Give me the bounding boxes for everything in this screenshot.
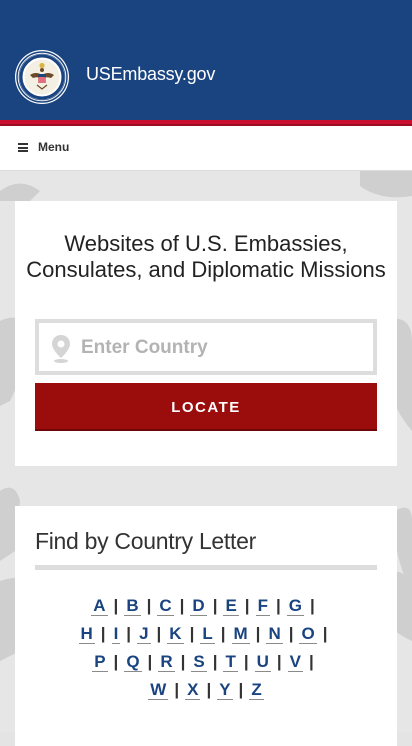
letter-separator: | bbox=[126, 624, 132, 643]
letter-separator: | bbox=[212, 652, 218, 671]
letter-separator: | bbox=[147, 652, 153, 671]
letter-link-y[interactable]: Y bbox=[217, 680, 233, 700]
letter-link-t[interactable]: T bbox=[223, 652, 238, 672]
country-letter-card: Find by Country Letter A | B | C | D | E | F | G | H | I… bbox=[15, 506, 397, 746]
menu-bar[interactable]: Menu bbox=[0, 126, 412, 171]
location-pin-icon bbox=[51, 334, 71, 364]
letter-separator: | bbox=[288, 624, 294, 643]
letter-separator: | bbox=[189, 624, 195, 643]
letter-link-l[interactable]: L bbox=[200, 624, 215, 644]
letter-separator: | bbox=[180, 652, 186, 671]
letter-link-p[interactable]: P bbox=[92, 652, 108, 672]
letter-separator: | bbox=[238, 680, 244, 699]
letter-link-z[interactable]: Z bbox=[249, 680, 264, 700]
letter-separator: | bbox=[179, 596, 185, 615]
letter-row: A | B | C | D | E | F | G | bbox=[35, 592, 377, 620]
letter-link-v[interactable]: V bbox=[287, 652, 304, 672]
letter-link-b[interactable]: B bbox=[124, 596, 141, 616]
letter-separator: | bbox=[255, 624, 261, 643]
letter-separator: | bbox=[220, 624, 226, 643]
letter-separator: | bbox=[146, 596, 152, 615]
letter-separator: | bbox=[275, 596, 281, 615]
letter-row: H | I | J | K | L | M | N | O | bbox=[35, 620, 377, 648]
site-title[interactable]: USEmbassy.gov bbox=[86, 64, 215, 85]
letter-link-i[interactable]: I bbox=[111, 624, 121, 644]
letter-separator: | bbox=[100, 624, 106, 643]
menu-label[interactable]: Menu bbox=[38, 140, 69, 154]
letter-separator: | bbox=[276, 652, 282, 671]
letter-link-x[interactable]: X bbox=[185, 680, 201, 700]
letter-separator: | bbox=[243, 652, 249, 671]
letter-row: W | X | Y | Z bbox=[35, 676, 377, 704]
hamburger-icon[interactable] bbox=[18, 143, 28, 152]
site-header: USEmbassy.gov bbox=[0, 0, 412, 120]
letter-link-s[interactable]: S bbox=[191, 652, 207, 672]
letter-link-h[interactable]: H bbox=[78, 624, 95, 644]
department-of-state-seal-icon[interactable] bbox=[15, 50, 69, 104]
letter-link-n[interactable]: N bbox=[266, 624, 283, 644]
letter-separator: | bbox=[113, 596, 119, 615]
letter-link-m[interactable]: M bbox=[231, 624, 250, 644]
letter-link-d[interactable]: D bbox=[190, 596, 207, 616]
letters-card-title: Find by Country Letter bbox=[35, 528, 256, 554]
letter-separator: | bbox=[309, 652, 314, 671]
letter-link-j[interactable]: J bbox=[137, 624, 151, 644]
letter-separator: | bbox=[244, 596, 250, 615]
letter-index: A | B | C | D | E | F | G | H | I | J | K | L | M | N | O | P | Q | R | S | T |… bbox=[35, 592, 377, 704]
letter-link-e[interactable]: E bbox=[223, 596, 239, 616]
letter-separator: | bbox=[174, 680, 180, 699]
letter-separator: | bbox=[212, 596, 218, 615]
letter-separator: | bbox=[206, 680, 212, 699]
letter-separator: | bbox=[309, 596, 315, 615]
letter-link-u[interactable]: U bbox=[254, 652, 271, 672]
letter-separator: | bbox=[113, 652, 119, 671]
letter-link-f[interactable]: F bbox=[255, 596, 270, 616]
country-search-box bbox=[35, 319, 377, 375]
country-search-inner[interactable] bbox=[39, 323, 373, 373]
letter-link-w[interactable]: W bbox=[148, 680, 169, 700]
letter-link-a[interactable]: A bbox=[91, 596, 108, 616]
embassy-search-card: Websites of U.S. Embassies, Consulates, … bbox=[15, 201, 397, 466]
letter-row: P | Q | R | S | T | U | V | bbox=[35, 648, 377, 676]
search-card-title: Websites of U.S. Embassies, Consulates, … bbox=[26, 231, 386, 282]
locate-button[interactable]: LOCATE bbox=[35, 383, 377, 431]
letter-link-g[interactable]: G bbox=[286, 596, 304, 616]
letter-link-c[interactable]: C bbox=[157, 596, 174, 616]
letter-separator: | bbox=[322, 624, 328, 643]
letter-link-o[interactable]: O bbox=[299, 624, 317, 644]
letter-link-r[interactable]: R bbox=[158, 652, 175, 672]
letter-link-k[interactable]: K bbox=[167, 624, 184, 644]
letter-separator: | bbox=[156, 624, 162, 643]
title-divider bbox=[35, 565, 377, 570]
letter-link-q[interactable]: Q bbox=[124, 652, 142, 672]
country-search-input[interactable] bbox=[79, 323, 373, 373]
